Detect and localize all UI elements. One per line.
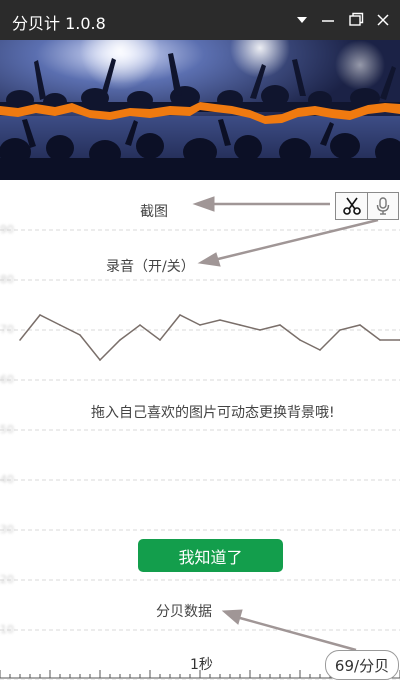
y-tick-label: 60 bbox=[0, 373, 14, 386]
y-tick-label: 90 bbox=[0, 223, 14, 236]
got-it-button[interactable]: 我知道了 bbox=[138, 539, 283, 572]
hint-record: 录音（开/关） bbox=[106, 259, 195, 275]
data-point bbox=[19, 339, 21, 341]
arrow-record bbox=[213, 218, 379, 262]
arrow-decibel-data-head bbox=[221, 609, 243, 625]
y-tick-label: 30 bbox=[0, 523, 14, 536]
title-bar: 分贝计 1.0.8 bbox=[0, 0, 400, 40]
record-button[interactable] bbox=[367, 193, 398, 219]
window-title: 分贝计 1.0.8 bbox=[12, 14, 106, 33]
toolbar bbox=[335, 192, 399, 220]
data-point bbox=[339, 329, 341, 331]
chart-area: 90 80 70 60 50 40 30 20 10 截图 录音（开/关） 拖入自己喜欢的图片可… bbox=[0, 180, 400, 680]
data-point bbox=[259, 329, 261, 331]
hint-screenshot: 截图 bbox=[140, 204, 168, 220]
data-point bbox=[99, 359, 101, 361]
arrow-decibel-data bbox=[239, 616, 357, 652]
restore-icon[interactable] bbox=[346, 10, 366, 30]
y-tick-label: 70 bbox=[0, 323, 14, 336]
background-banner[interactable] bbox=[0, 40, 400, 180]
y-tick-label: 40 bbox=[0, 473, 14, 486]
screenshot-button[interactable] bbox=[336, 193, 368, 219]
y-tick-label: 80 bbox=[0, 273, 14, 286]
scissors-icon bbox=[342, 197, 361, 215]
data-point bbox=[59, 324, 61, 326]
y-tick-label: 10 bbox=[0, 623, 14, 636]
decibel-line bbox=[19, 314, 400, 362]
data-point bbox=[239, 324, 241, 326]
y-tick-label: 50 bbox=[0, 423, 14, 436]
arrow-record-head bbox=[197, 252, 221, 267]
concert-crowd-image bbox=[0, 40, 400, 180]
minimize-icon[interactable] bbox=[318, 10, 338, 30]
data-point bbox=[39, 314, 41, 316]
time-label: 1秒 bbox=[190, 657, 213, 673]
microphone-icon bbox=[376, 197, 389, 215]
hint-decibel-data: 分贝数据 bbox=[156, 604, 212, 620]
arrow-screenshot-head bbox=[192, 196, 215, 212]
data-point bbox=[299, 339, 301, 341]
data-point bbox=[379, 339, 381, 341]
hint-background: 拖入自己喜欢的图片可动态更换背景哦! bbox=[91, 405, 335, 421]
data-point bbox=[279, 324, 281, 326]
data-point bbox=[139, 324, 141, 326]
data-point bbox=[319, 349, 321, 351]
close-icon[interactable] bbox=[373, 10, 393, 30]
decibel-readout: 69/分贝 bbox=[325, 650, 399, 680]
data-point bbox=[219, 319, 221, 321]
data-point bbox=[159, 339, 161, 341]
y-tick-label: 20 bbox=[0, 573, 14, 586]
dropdown-icon[interactable] bbox=[292, 10, 312, 30]
data-point bbox=[359, 324, 361, 326]
data-point bbox=[199, 324, 201, 326]
help-arrows bbox=[192, 196, 379, 652]
data-point bbox=[119, 339, 121, 341]
data-point bbox=[179, 314, 181, 316]
data-point bbox=[79, 334, 81, 336]
